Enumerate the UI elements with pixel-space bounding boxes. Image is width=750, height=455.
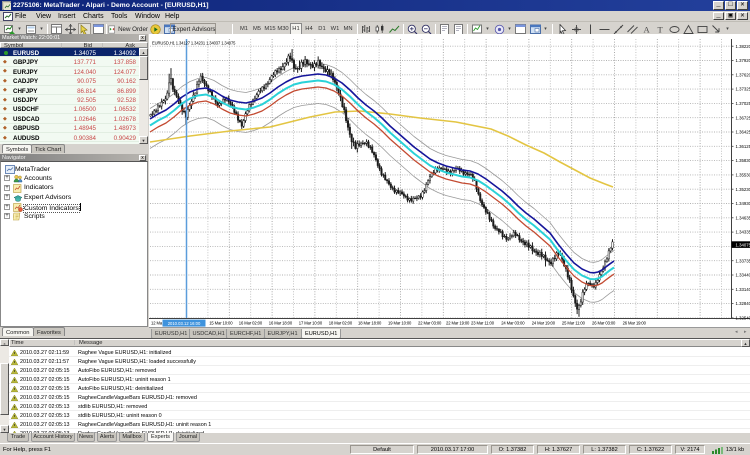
svg-text:1.37325: 1.37325 [736, 87, 750, 92]
svg-text:18 Mar 02:00: 18 Mar 02:00 [329, 321, 353, 326]
svg-text:1.38220: 1.38220 [736, 44, 750, 49]
svg-text:1.35530: 1.35530 [736, 173, 750, 178]
svg-text:24 Mar 03:00: 24 Mar 03:00 [501, 321, 525, 326]
svg-text:12 Ma: 12 Ma [151, 321, 163, 326]
svg-text:1.32840: 1.32840 [736, 301, 750, 306]
svg-text:25 Mar 11:00: 25 Mar 11:00 [562, 321, 586, 326]
svg-text:1.34635: 1.34635 [736, 215, 750, 220]
svg-text:2010.03.12 16:00: 2010.03.12 16:00 [168, 321, 201, 326]
svg-text:A: A [644, 24, 651, 34]
svg-text:19 Mar 10:00: 19 Mar 10:00 [388, 321, 412, 326]
svg-text:15 Mar 10:00: 15 Mar 10:00 [209, 321, 233, 326]
svg-text:18 Mar 18:00: 18 Mar 18:00 [358, 321, 382, 326]
svg-text:1.33440: 1.33440 [736, 273, 750, 278]
svg-text:1.36425: 1.36425 [736, 130, 750, 135]
svg-text:EURUSD,H1 1.34127 1.34231 1.3: EURUSD,H1 1.34127 1.34231 1.34037 1.3407… [152, 41, 236, 46]
svg-text:26 Mar 19:00: 26 Mar 19:00 [623, 321, 647, 326]
svg-text:1.33140: 1.33140 [736, 287, 750, 292]
svg-text:16 Mar 02:00: 16 Mar 02:00 [239, 321, 263, 326]
svg-text:1.35230: 1.35230 [736, 187, 750, 192]
svg-text:16 Mar 18:00: 16 Mar 18:00 [269, 321, 293, 326]
svg-text:1.34335: 1.34335 [736, 230, 750, 235]
svg-text:22 Mar 03:00: 22 Mar 03:00 [418, 321, 442, 326]
svg-text:1.33735: 1.33735 [736, 258, 750, 263]
svg-text:22 Mar 19:00: 22 Mar 19:00 [446, 321, 470, 326]
svg-text:1.37620: 1.37620 [736, 72, 750, 77]
svg-text:1.37025: 1.37025 [736, 101, 750, 106]
svg-text:1.37920: 1.37920 [736, 58, 750, 63]
svg-text:1.34930: 1.34930 [736, 201, 750, 206]
svg-text:1.36125: 1.36125 [736, 144, 750, 149]
svg-text:17 Mar 10:00: 17 Mar 10:00 [299, 321, 323, 326]
svg-text:1.35830: 1.35830 [736, 158, 750, 163]
svg-text:26 Mar 03:00: 26 Mar 03:00 [592, 321, 616, 326]
svg-text:1.36725: 1.36725 [736, 115, 750, 120]
svg-text:T: T [658, 24, 664, 34]
svg-text:1.32540: 1.32540 [736, 316, 750, 321]
svg-text:1.34075: 1.34075 [736, 242, 750, 247]
svg-text:23 Mar 11:00: 23 Mar 11:00 [471, 321, 495, 326]
svg-text:24 Mar 19:00: 24 Mar 19:00 [532, 321, 556, 326]
